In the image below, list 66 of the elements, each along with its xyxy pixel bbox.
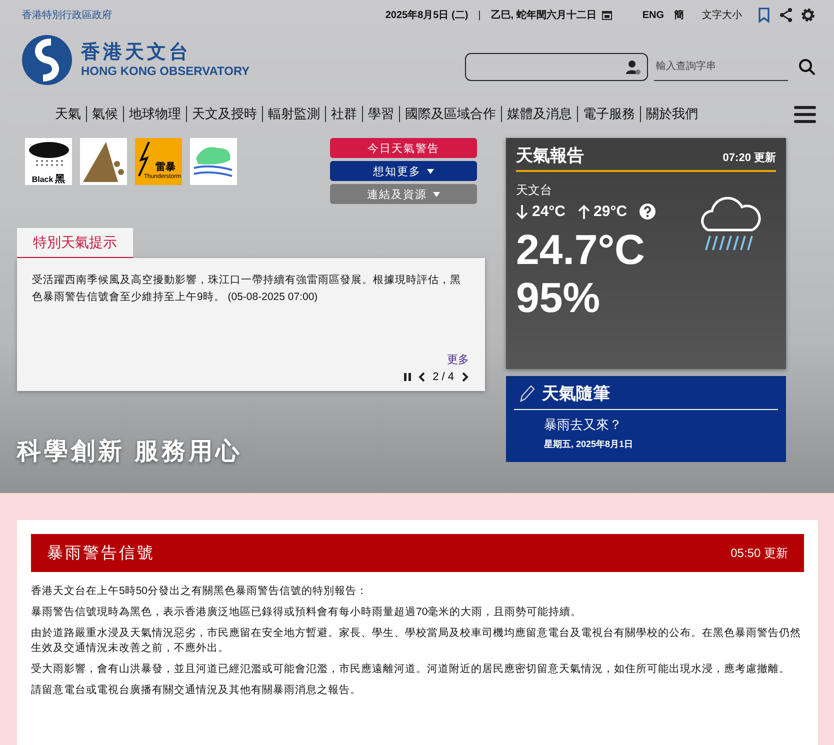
lunar-date-text: 乙巳, 蛇年閏六月十二日 xyxy=(490,8,596,22)
station-name: 天文台 xyxy=(516,182,553,199)
user-icon xyxy=(625,59,641,75)
landslip-warning-icon[interactable] xyxy=(80,138,127,185)
rainstorm-warning-icon[interactable]: Black 黑 xyxy=(25,138,72,185)
font-size-link[interactable]: 文字大小 xyxy=(702,8,742,22)
nav-link[interactable]: 電子服務 xyxy=(577,106,640,122)
page-indicator: 2 / 4 xyxy=(432,371,454,383)
menu-icon[interactable] xyxy=(794,105,816,123)
caret-icon xyxy=(427,168,434,174)
up-arrow-icon xyxy=(578,204,590,220)
slogan-text: 科學創新 服務用心 xyxy=(17,437,244,467)
blog-link[interactable]: 暴雨去又來？ xyxy=(544,416,778,434)
more-link[interactable]: 更多 xyxy=(447,352,469,367)
bulletin-paragraph: 香港天文台在上午5時50分發出之有關黑色暴雨警告信號的特別報告： xyxy=(31,584,369,599)
language-link[interactable]: ENG xyxy=(642,10,664,20)
pencil-icon xyxy=(518,384,536,404)
date-text: 2025年8月5日 (二) xyxy=(385,8,468,22)
update-time: 05:50 更新 xyxy=(730,544,788,562)
bookmark-icon[interactable] xyxy=(756,7,772,23)
nav-link[interactable]: 地球物理 xyxy=(123,106,186,122)
previous-icon[interactable] xyxy=(418,372,427,382)
nav-link[interactable]: 社群 xyxy=(325,106,362,122)
search-icon[interactable] xyxy=(798,58,816,76)
update-time: 07:20 更新 xyxy=(722,150,776,165)
flood-warning-icon[interactable] xyxy=(190,138,237,185)
down-arrow-icon xyxy=(516,204,528,220)
language-link[interactable]: 簡 xyxy=(674,8,684,22)
logo-title: 香港天文台 xyxy=(81,42,192,64)
calendar-icon[interactable] xyxy=(602,10,612,20)
nav-link[interactable]: 天文及授時 xyxy=(186,106,262,122)
menu-button[interactable]: 想知更多 xyxy=(330,161,477,181)
caret-icon xyxy=(433,192,440,196)
nav-link[interactable]: 國際及區域合作 xyxy=(399,106,501,122)
nav-link[interactable]: 媒體及消息 xyxy=(501,106,577,122)
max-temperature: 29°C xyxy=(594,203,628,220)
nav-link[interactable]: 輻射監測 xyxy=(262,106,325,122)
next-icon[interactable] xyxy=(460,372,469,382)
blog-date: 星期五, 2025年8月1日 xyxy=(544,438,634,451)
nav-link[interactable]: 氣候 xyxy=(86,106,123,122)
panel-title: 天氣報告 xyxy=(516,145,584,167)
separator-text: | xyxy=(478,10,481,20)
menu-button[interactable]: 連結及資源 xyxy=(330,184,477,204)
temperature-reading: 24.7°C xyxy=(516,226,646,274)
share-icon[interactable] xyxy=(778,7,794,23)
min-temperature: 24°C xyxy=(532,203,566,220)
pause-icon[interactable] xyxy=(402,372,412,382)
humidity-reading: 95% xyxy=(516,274,602,322)
tip-text: 受活躍西南季候風及高空擾動影響，珠江口一帶持續有強雷雨區發展。根據現時評估，黑色暴雨警告信號會至少維持至上午9時。 (05-08-2025 07:00) xyxy=(32,273,462,305)
account-field[interactable] xyxy=(465,53,648,81)
government-label: 香港特別行政區政府 xyxy=(22,8,112,22)
bulletin-paragraph: 受大雨影響，會有山洪暴發，並且河道已經氾濫或可能會氾濫，市民應遠離河道。河道附近的居民應密切留意天氣情況，如住所可能出現水浸，應考慮撤離。 xyxy=(31,662,791,677)
logo-subtitle: HONG KONG OBSERVATORY xyxy=(81,64,250,78)
warning-title: 暴雨警告信號 xyxy=(47,544,155,564)
bulletin-paragraph: 暴雨警告信號現時為黑色，表示香港廣泛地區已錄得或預料會有每小時雨量超過70毫米的大雨，且雨勢可能持續。 xyxy=(31,605,583,620)
nav-link[interactable]: 學習 xyxy=(362,106,399,122)
settings-icon[interactable] xyxy=(800,7,816,23)
bulletin-paragraph: 由於道路嚴重水浸及天氣情況惡劣，市民應留在安全地方暫避。家長、學生、學校當局及校車司機均應留意電台及電視台有關學校的公布。在黑色暴雨警告仍然生效及交通情況未改善之前，不應外出。 xyxy=(31,626,802,656)
help-icon[interactable] xyxy=(639,203,656,220)
bulletin-paragraph: 請留意電台或電視台廣播有關交通情況及其他有關暴雨消息之報告。 xyxy=(31,683,362,698)
menu-button[interactable]: 今日天氣警告 xyxy=(330,138,477,158)
panel-title: 天氣隨筆 xyxy=(542,383,610,405)
search-field[interactable]: 輸入查詢字串 xyxy=(654,54,788,80)
special-tips-tab[interactable]: 特別天氣提示 xyxy=(17,228,133,258)
nav-link[interactable]: 天氣 xyxy=(55,106,86,122)
nav-link[interactable]: 關於我們 xyxy=(640,106,703,122)
